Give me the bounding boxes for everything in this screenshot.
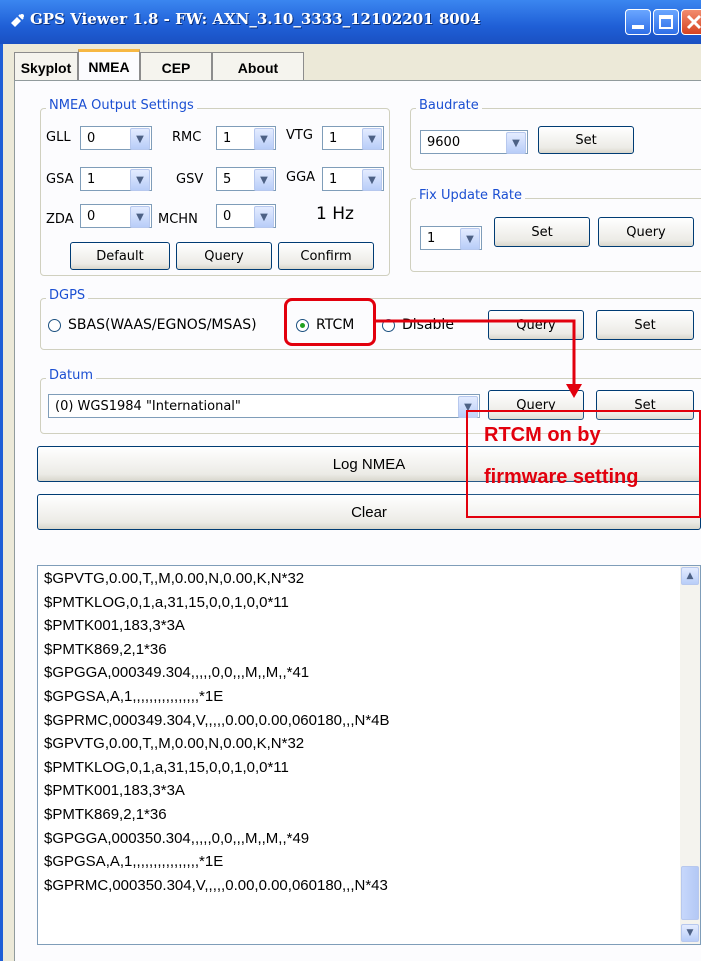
annotation-line-2: firmware setting [484,466,639,488]
annotation-line-1: RTCM on by [484,424,601,446]
